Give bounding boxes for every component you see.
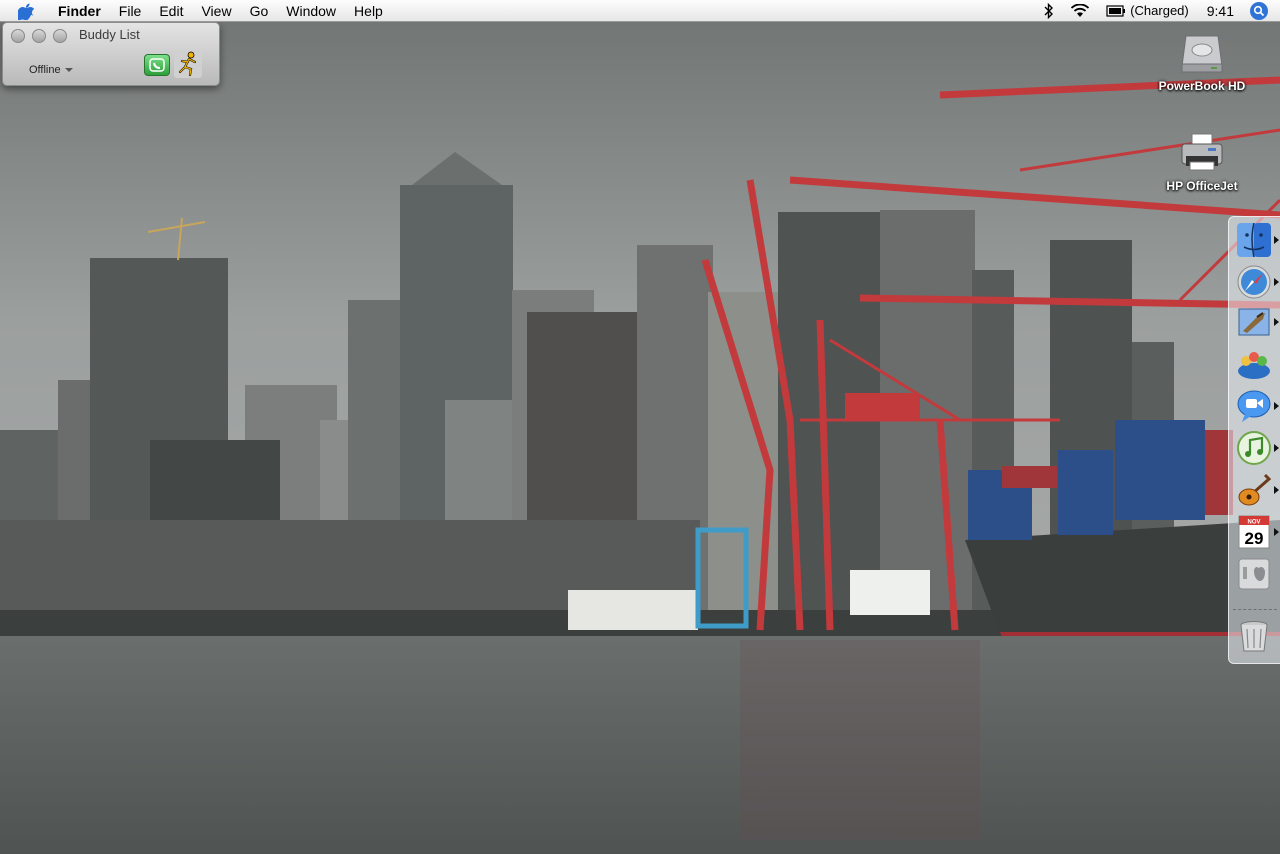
dock-separator [1233,609,1277,610]
menu-help[interactable]: Help [345,0,392,22]
running-indicator [1274,236,1279,244]
zoom-window-button[interactable] [53,29,67,43]
ical-icon: NOV 29 [1238,515,1270,549]
chevron-down-icon [64,68,73,72]
address-book-icon [1238,352,1270,379]
hard-drive-icon [1181,35,1223,73]
ical-day: 29 [1245,529,1264,548]
desktop-icon-hard-drive[interactable]: PowerBook HD [1147,30,1257,93]
menu-bar: Finder File Edit View Go Window Help (Ch… [0,0,1280,22]
apple-menu-icon[interactable] [18,2,38,20]
garageband-icon [1238,473,1272,506]
dock: NOV 29 [1228,216,1280,664]
minimize-window-button[interactable] [32,29,46,43]
itunes-icon [1237,431,1271,465]
menu-window[interactable]: Window [277,0,345,22]
dock-ical[interactable]: NOV 29 [1235,513,1273,551]
buddy-list-window: Buddy List Offline [2,22,220,86]
battery-status-text: (Charged) [1130,3,1189,18]
spotlight-icon[interactable] [1250,1,1268,20]
dock-garageband[interactable] [1235,471,1273,509]
close-window-button[interactable] [11,29,25,43]
bluetooth-icon[interactable] [1044,2,1054,19]
window-title: Buddy List [79,27,140,42]
wifi-icon[interactable] [1070,3,1090,18]
safari-icon [1237,265,1271,299]
trash-icon [1240,621,1268,652]
status-text: Offline [29,64,61,76]
menu-clock[interactable]: 9:41 [1207,3,1234,19]
running-indicator [1274,318,1279,326]
ichat-icon [1237,390,1271,422]
menu-finder[interactable]: Finder [52,0,110,22]
desktop-icon-printer[interactable]: HP OfficeJet [1147,130,1257,193]
battery-icon [1106,4,1126,17]
menu-view[interactable]: View [192,0,240,22]
desktop-icon-label: PowerBook HD [1158,79,1246,93]
dock-address-book[interactable] [1235,345,1273,383]
dock-safari[interactable] [1235,263,1273,301]
running-indicator [1274,486,1279,494]
dock-system-preferences[interactable] [1235,555,1273,593]
dock-trash[interactable] [1235,617,1273,655]
running-indicator [1274,444,1279,452]
battery-status[interactable]: (Charged) [1106,3,1189,18]
audio-chat-button[interactable] [144,54,170,76]
desktop-icon-label: HP OfficeJet [1166,179,1238,193]
menu-file[interactable]: File [110,0,151,22]
status-selector[interactable]: Offline [29,64,73,76]
ical-month: NOV [1247,520,1260,526]
aim-icon[interactable] [174,50,202,78]
system-preferences-icon [1238,558,1270,590]
printer-icon [1181,133,1223,171]
running-indicator [1274,402,1279,410]
dock-finder[interactable] [1235,221,1273,259]
desktop-wallpaper [0,0,1280,854]
mail-icon [1238,308,1270,336]
running-indicator [1274,528,1279,536]
dock-ichat[interactable] [1235,387,1273,425]
phone-icon [149,58,165,72]
menu-edit[interactable]: Edit [150,0,192,22]
menu-go[interactable]: Go [241,0,278,22]
dock-mail[interactable] [1235,303,1273,341]
finder-icon [1237,222,1271,258]
running-indicator [1274,278,1279,286]
dock-itunes[interactable] [1235,429,1273,467]
